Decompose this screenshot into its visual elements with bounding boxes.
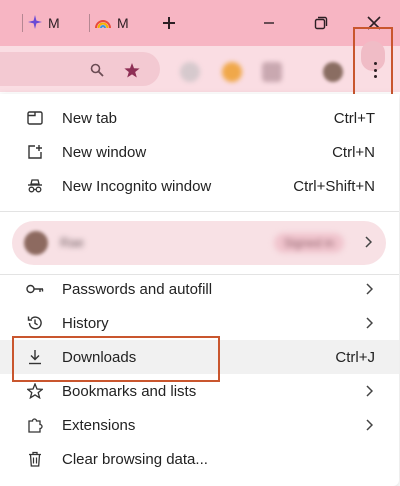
new-tab-button[interactable] [158, 8, 180, 38]
menu-item-label: New Incognito window [62, 177, 212, 195]
search-icon[interactable] [90, 63, 104, 82]
tab-separator [22, 14, 23, 32]
chevron-right-icon [365, 418, 374, 435]
minimize-icon [264, 22, 274, 24]
menu-item-extensions[interactable]: Extensions [0, 408, 399, 442]
star-icon [26, 382, 44, 400]
tab-label: M [48, 15, 60, 31]
tab-1[interactable]: M [22, 8, 60, 38]
menu-item-label: Passwords and autofill [62, 280, 213, 298]
minimize-button[interactable] [253, 8, 285, 38]
menu-item-passwords-and-autofill[interactable]: Passwords and autofill [0, 272, 399, 306]
new-window-icon [26, 143, 44, 161]
key-icon [26, 280, 44, 298]
trash-icon [26, 450, 44, 468]
title-bar: M M [0, 0, 400, 46]
chevron-right-icon [364, 235, 373, 253]
sparkle-icon [28, 14, 42, 32]
menu-item-new-incognito-window[interactable]: New Incognito window Ctrl+Shift+N [0, 169, 399, 203]
tab-separator [89, 14, 90, 32]
menu-item-label: Extensions [62, 416, 136, 434]
menu-item-label: Clear browsing data... [62, 450, 208, 468]
shortcut-label: Ctrl+J [335, 348, 375, 366]
bookmark-star-icon[interactable] [124, 63, 140, 83]
chevron-right-icon [365, 282, 374, 299]
profile-name: Rae [60, 235, 84, 250]
history-icon [26, 314, 44, 332]
extension-icon[interactable] [262, 62, 282, 82]
menu-item-label: New window [62, 143, 147, 161]
shortcut-label: Ctrl+Shift+N [293, 177, 375, 195]
menu-item-new-tab[interactable]: New tab Ctrl+T [0, 101, 399, 135]
shortcut-label: Ctrl+N [332, 143, 375, 161]
puzzle-piece-icon [26, 416, 44, 434]
menu-item-label: New tab [62, 109, 118, 127]
plus-icon [163, 17, 175, 29]
toolbar [0, 46, 400, 92]
incognito-icon [26, 177, 44, 195]
new-tab-icon [26, 109, 44, 127]
chevron-right-icon [365, 316, 374, 333]
shortcut-label: Ctrl+T [333, 109, 375, 127]
tab-label: M [117, 15, 129, 31]
profile-row[interactable]: Rae Signed in [12, 221, 386, 265]
extension-icon[interactable] [180, 62, 200, 82]
profile-avatar[interactable] [323, 62, 343, 82]
more-options-icon[interactable] [373, 62, 377, 78]
menu-item-label: History [62, 314, 109, 332]
rainbow-icon [95, 15, 111, 32]
tab-2[interactable]: M [89, 8, 129, 38]
browser-menu: New tab Ctrl+T New window Ctrl+N New Inc… [0, 94, 399, 486]
menu-item-label: Bookmarks and lists [62, 382, 197, 400]
menu-item-clear-browsing-data[interactable]: Clear browsing data... [0, 442, 399, 476]
restore-icon [314, 16, 328, 30]
menu-item-new-window[interactable]: New window Ctrl+N [0, 135, 399, 169]
menu-item-history[interactable]: History [0, 306, 399, 340]
chevron-right-icon [365, 384, 374, 401]
menu-divider [0, 211, 399, 212]
avatar [24, 231, 48, 255]
extension-icon[interactable] [222, 62, 242, 82]
downloads-highlight-box [12, 336, 220, 382]
restore-button[interactable] [305, 8, 337, 38]
sync-status-badge: Signed in [274, 233, 345, 253]
